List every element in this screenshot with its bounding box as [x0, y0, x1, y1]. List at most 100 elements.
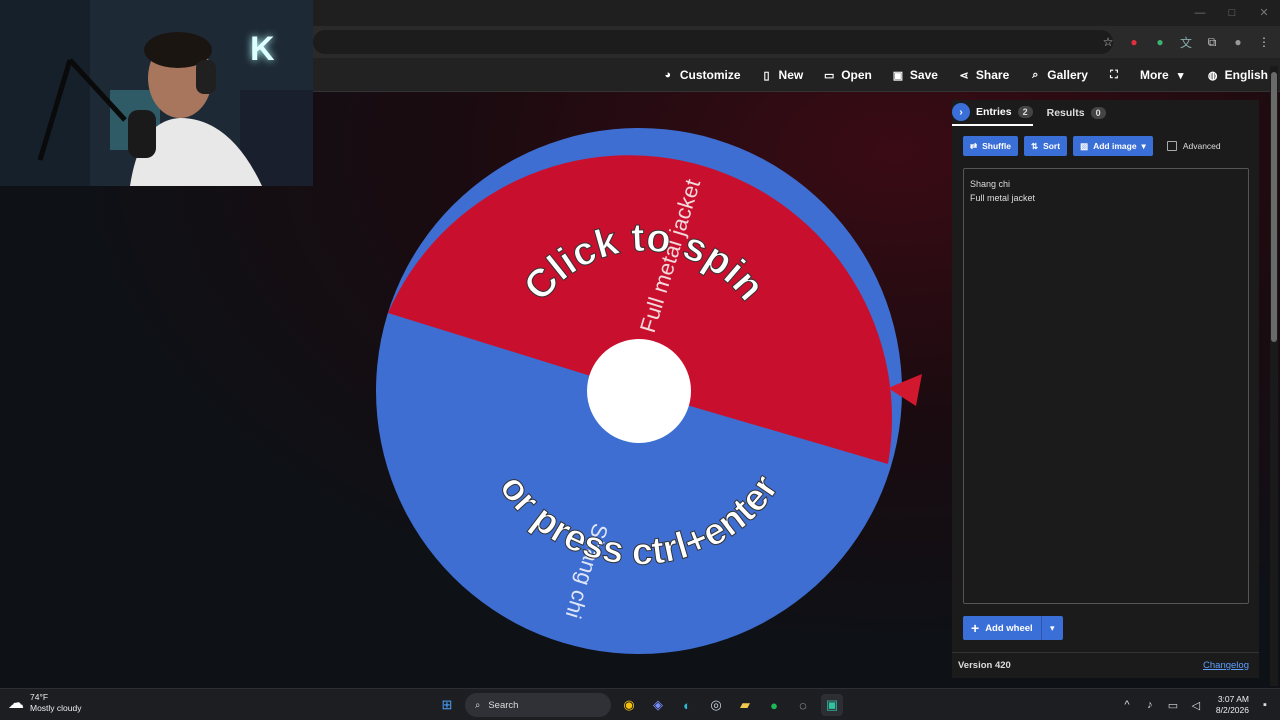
chevron-up-icon[interactable]: ^	[1120, 699, 1134, 711]
advanced-label: Advanced	[1182, 141, 1221, 151]
steam-icon[interactable]: ◎	[705, 694, 727, 716]
scrollbar-thumb[interactable]	[1271, 72, 1277, 342]
wheel-pointer-icon	[888, 374, 922, 406]
weather-temp: 74°F	[30, 692, 49, 702]
file-explorer-icon[interactable]: ▰	[734, 694, 756, 716]
close-icon[interactable]: ✕	[1248, 0, 1280, 26]
star-icon[interactable]: ☆	[1100, 34, 1116, 50]
puzzle-icon[interactable]: ⧉	[1204, 34, 1220, 50]
entries-count-badge: 2	[1017, 106, 1033, 118]
customize-label: Customize	[679, 68, 741, 82]
sort-label: Sort	[1043, 141, 1061, 151]
edge-icon[interactable]: ◐	[676, 694, 698, 716]
fullscreen-button[interactable]: ⛶	[1108, 69, 1120, 81]
tab-results-label: Results	[1046, 107, 1085, 119]
entries-textarea[interactable]: Shang chi Full metal jacket	[963, 168, 1249, 604]
weather-widget[interactable]: ☁ 74°F Mostly cloudy	[8, 692, 82, 714]
folder-open-icon: ▭	[824, 69, 835, 82]
extension-shield-icon[interactable]: ●	[1152, 34, 1168, 50]
browser-menu-icon[interactable]: ⋮	[1256, 34, 1272, 50]
shuffle-icon: ⇄	[970, 140, 978, 151]
sort-icon: ⇅	[1030, 140, 1039, 151]
taskbar-search[interactable]: ⌕ Search	[465, 693, 611, 717]
save-label: Save	[909, 68, 938, 82]
gallery-label: Gallery	[1047, 68, 1088, 82]
new-label: New	[778, 68, 804, 82]
obs-icon[interactable]: ◌	[792, 694, 814, 716]
webcam-overlay: K	[0, 0, 313, 186]
share-button[interactable]: ⋖ Share	[958, 68, 1009, 82]
chevron-down-icon: ▾	[1141, 140, 1146, 151]
clock-date: 8/2/2026	[1215, 705, 1249, 715]
entries-panel: › Entries 2 Results 0 ⇄ Shuffle ⇅ Sort ▨…	[952, 100, 1259, 678]
sort-button[interactable]: ⇅ Sort	[1023, 136, 1068, 156]
maximize-icon[interactable]: □	[1216, 0, 1248, 26]
save-button[interactable]: ▣ Save	[892, 68, 938, 82]
panel-footer: Version 420 Changelog	[952, 652, 1259, 678]
address-bar[interactable]	[313, 30, 1113, 54]
spotify-icon[interactable]: ●	[763, 694, 785, 716]
chrome-icon[interactable]: ◉	[618, 694, 640, 716]
neon-k-sign: K	[250, 30, 275, 68]
notification-icon[interactable]: ▪	[1258, 699, 1272, 711]
system-tray: ^ ♪ ▭ ◁ 3:07 AM 8/2/2026 ▪	[1120, 692, 1272, 718]
wheel-center-hub[interactable]	[587, 339, 691, 443]
add-wheel-label: Add wheel	[985, 622, 1033, 634]
windows-start-icon[interactable]: ⊞	[436, 694, 458, 716]
chevron-right-icon[interactable]: ›	[952, 103, 970, 121]
add-image-button[interactable]: ▨ Add image ▾	[1073, 136, 1153, 156]
more-label: More	[1139, 68, 1169, 82]
entries-toolbar: ⇄ Shuffle ⇅ Sort ▨ Add image ▾ Advanced	[963, 136, 1221, 156]
customize-button[interactable]: ◕ Customize	[662, 68, 741, 82]
taskbar-clock[interactable]: 3:07 AM 8/2/2026	[1216, 694, 1249, 716]
tab-results[interactable]: Results 0	[1047, 107, 1106, 119]
taskbar-apps: ⊞ ⌕ Search ◉ ◈ ◐ ◎ ▰ ● ◌ ▣	[436, 693, 843, 717]
add-image-label: Add image	[1093, 141, 1137, 151]
volume-icon[interactable]: ◁	[1189, 699, 1203, 712]
open-button[interactable]: ▭ Open	[823, 68, 872, 82]
spin-wheel[interactable]: Full metal jacket Shang chi Click to spi…	[374, 126, 904, 656]
save-icon: ▣	[892, 69, 904, 82]
share-icon: ⋖	[959, 69, 969, 82]
clock-time: 3:07 AM	[1217, 694, 1249, 704]
more-button[interactable]: More ▾	[1140, 68, 1187, 82]
window-controls: — □ ✕	[1184, 0, 1280, 26]
minimize-icon[interactable]: —	[1184, 0, 1216, 26]
shuffle-button[interactable]: ⇄ Shuffle	[963, 136, 1018, 156]
chevron-down-icon: ▾	[1177, 69, 1184, 82]
taskbar-search-label: Search	[488, 699, 519, 711]
profile-avatar-icon[interactable]: ●	[1230, 34, 1246, 50]
open-label: Open	[841, 68, 872, 82]
microphone-icon[interactable]: ♪	[1143, 699, 1157, 711]
extension-red-icon[interactable]: ●	[1126, 34, 1142, 50]
discord-icon[interactable]: ◈	[647, 694, 669, 716]
changelog-link[interactable]: Changelog	[1203, 660, 1249, 671]
share-label: Share	[975, 68, 1010, 82]
add-wheel-dropdown[interactable]: ▾	[1040, 616, 1063, 640]
weather-desc: Mostly cloudy	[30, 703, 82, 713]
language-button[interactable]: ◍ English	[1207, 68, 1268, 82]
streamlabs-icon[interactable]: ▣	[821, 694, 843, 716]
search-icon: ⌕	[1032, 68, 1039, 81]
new-button[interactable]: ▯ New	[761, 68, 804, 82]
weather-text: 74°F Mostly cloudy	[30, 692, 82, 714]
entry-line: Shang chi	[970, 179, 1011, 189]
language-label: English	[1224, 68, 1268, 82]
add-wheel-button[interactable]: + Add wheel	[963, 616, 1041, 640]
network-icon[interactable]: ▭	[1166, 699, 1180, 712]
page-scrollbar[interactable]	[1270, 66, 1278, 686]
entry-line: Full metal jacket	[970, 193, 1036, 203]
wheel-svg[interactable]: Full metal jacket Shang chi Click to spi…	[374, 126, 904, 656]
image-icon: ▨	[1080, 140, 1089, 151]
tab-entries[interactable]: › Entries 2	[952, 100, 1033, 126]
windows-taskbar: ☁ 74°F Mostly cloudy ⊞ ⌕ Search ◉ ◈ ◐ ◎ …	[0, 688, 1280, 720]
advanced-checkbox[interactable]: Advanced	[1166, 141, 1221, 151]
file-icon: ▯	[763, 69, 770, 82]
checkbox-box[interactable]	[1166, 141, 1177, 151]
shuffle-label: Shuffle	[982, 141, 1011, 151]
fullscreen-icon: ⛶	[1110, 68, 1118, 81]
panel-tabs: › Entries 2 Results 0	[952, 100, 1259, 126]
gallery-button[interactable]: ⌕ Gallery	[1029, 68, 1088, 82]
translate-icon[interactable]: 文	[1178, 34, 1194, 50]
navbar-items: ◕ Customize ▯ New ▭ Open ▣ Save ⋖ Share …	[662, 58, 1268, 92]
